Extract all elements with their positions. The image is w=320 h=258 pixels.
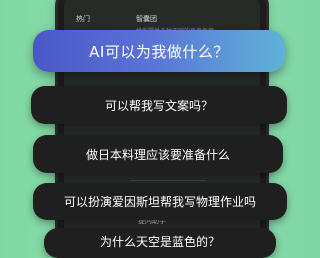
question-bubble-blue-sky[interactable]: 为什么天空是蓝色的？ bbox=[44, 228, 276, 258]
question-bubble-japanese-cooking[interactable]: 做日本料理应该要准备什么 bbox=[33, 135, 283, 173]
tab-brain-trust[interactable]: 智囊团 bbox=[136, 14, 157, 24]
tab-hot[interactable]: 热门 bbox=[76, 14, 90, 24]
hero-question-banner: AI可以为我做什么？ bbox=[33, 30, 285, 72]
phone-tab-row: 热门 智囊团 bbox=[64, 12, 260, 26]
question-bubble-copywriting[interactable]: 可以帮我写文案吗？ bbox=[31, 86, 287, 124]
question-bubble-einstein-homework[interactable]: 可以扮演爱因斯坦帮我写物理作业吗 bbox=[33, 183, 287, 220]
divider bbox=[130, 180, 206, 181]
